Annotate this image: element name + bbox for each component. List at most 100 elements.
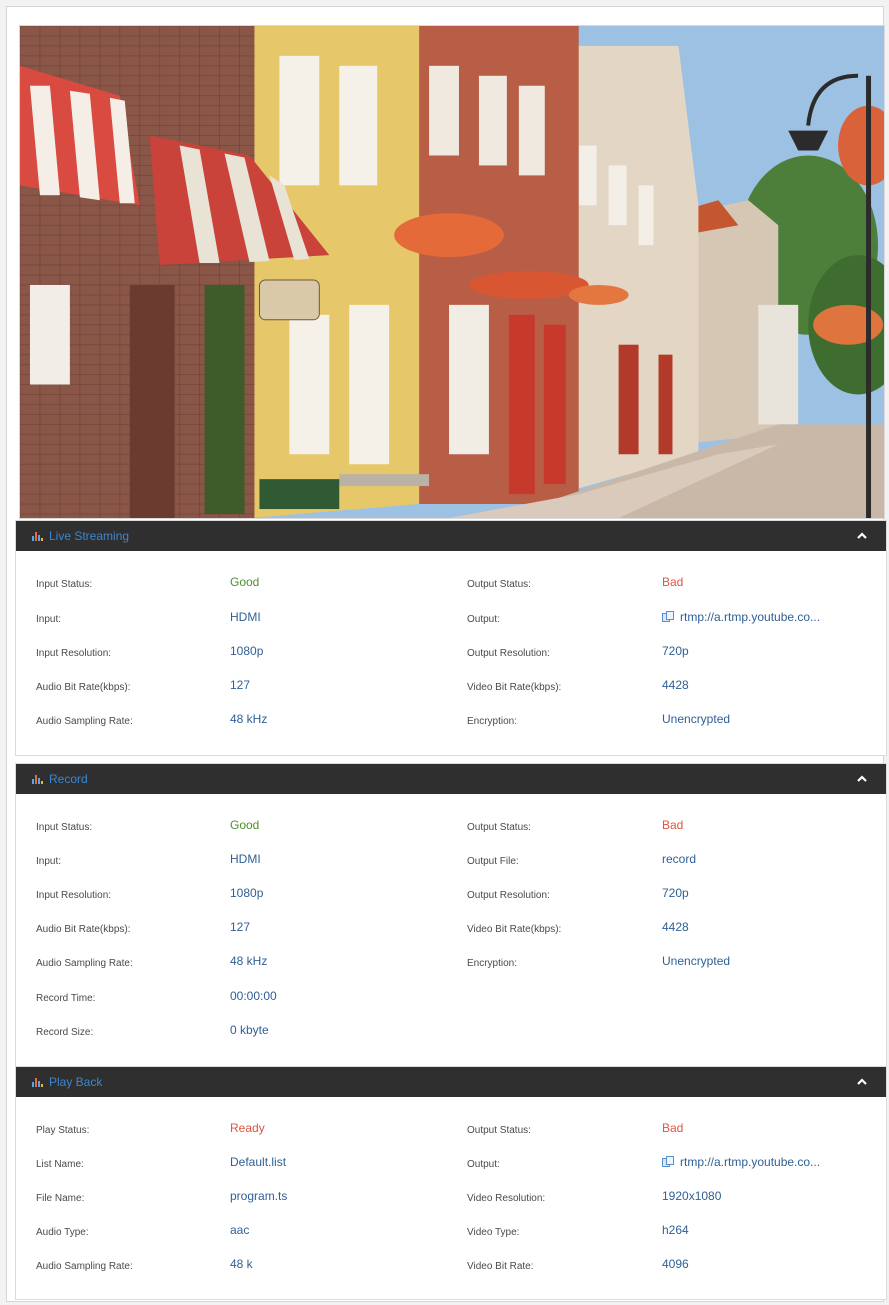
info-row: List Name: Default.list Output: rtmp://a…	[16, 1155, 886, 1175]
panel-title: Play Back	[49, 1075, 103, 1089]
chevron-up-icon[interactable]	[856, 773, 868, 785]
field-label: Audio Sampling Rate:	[36, 716, 133, 727]
field-label: List Name:	[36, 1159, 84, 1170]
field-label: Output Status:	[467, 579, 531, 590]
field-value: 720p	[662, 886, 689, 900]
field-value: 1080p	[230, 886, 264, 900]
info-row: Play Status: Ready Output Status: Bad	[16, 1121, 886, 1141]
info-row: File Name: program.ts Video Resolution: …	[16, 1189, 886, 1209]
record-body: Input Status: Good Output Status: Bad In…	[16, 794, 886, 1066]
record-time-value: 00:00:00	[230, 989, 277, 1003]
field-label: Encryption:	[467, 958, 518, 969]
info-row: Audio Bit Rate(kbps): 127 Video Bit Rate…	[16, 678, 886, 698]
field-value: 127	[230, 920, 251, 934]
field-value: 4096	[662, 1257, 689, 1271]
field-label: Video Bit Rate(kbps):	[467, 924, 562, 935]
status-value: Bad	[662, 818, 684, 832]
field-label: Video Type:	[467, 1227, 520, 1238]
field-value: aac	[230, 1223, 250, 1237]
field-label: Record Size:	[36, 1027, 94, 1038]
field-label: Input:	[36, 614, 62, 625]
field-label: Output Status:	[467, 822, 531, 833]
info-row: Input Resolution: 1080p Output Resolutio…	[16, 644, 886, 664]
bar-chart-icon	[32, 774, 43, 784]
field-label: Audio Type:	[36, 1227, 89, 1238]
field-value: Unencrypted	[662, 712, 731, 726]
field-label: Input Status:	[36, 822, 93, 833]
field-label: Audio Bit Rate(kbps):	[36, 924, 131, 935]
chevron-up-icon[interactable]	[856, 1076, 868, 1088]
field-value: Unencrypted	[662, 954, 731, 968]
chevron-up-icon[interactable]	[856, 530, 868, 542]
field-value: Default.list	[230, 1155, 287, 1169]
field-label: Input Resolution:	[36, 648, 112, 659]
field-value: 1080p	[230, 644, 264, 658]
field-label: Video Bit Rate(kbps):	[467, 682, 562, 693]
copy-link-icon[interactable]	[662, 611, 675, 622]
output-url-text: rtmp://a.rtmp.youtube.co...	[680, 1155, 821, 1169]
field-label: Input Resolution:	[36, 890, 112, 901]
panel-title: Live Streaming	[49, 529, 130, 543]
field-label: Input:	[36, 856, 62, 867]
playback-panel: Play Back Play Status: Ready Output Stat…	[15, 1066, 887, 1300]
output-url[interactable]: rtmp://a.rtmp.youtube.co...	[662, 1155, 820, 1169]
info-row: Audio Sampling Rate: 48 kHz Encryption: …	[16, 712, 886, 732]
status-value: Bad	[662, 1121, 684, 1135]
playback-header[interactable]: Play Back	[16, 1067, 886, 1097]
field-label: Audio Sampling Rate:	[36, 1261, 133, 1272]
field-value: 720p	[662, 644, 689, 658]
play-status-value: Ready	[230, 1121, 265, 1135]
record-header[interactable]: Record	[16, 764, 886, 794]
field-value: 4428	[662, 920, 689, 934]
field-value: 1920x1080	[662, 1189, 722, 1203]
field-value: record	[662, 852, 697, 866]
playback-body: Play Status: Ready Output Status: Bad Li…	[16, 1097, 886, 1299]
info-row: Input Status: Good Output Status: Bad	[16, 575, 886, 595]
bar-chart-icon	[32, 531, 43, 541]
info-row: Record Size: 0 kbyte	[16, 1023, 886, 1043]
field-label: Encryption:	[467, 716, 518, 727]
live-streaming-body: Input Status: Good Output Status: Bad In…	[16, 551, 886, 755]
status-value: Bad	[662, 575, 684, 589]
field-label: Output Resolution:	[467, 648, 550, 659]
field-label: Record Time:	[36, 993, 96, 1004]
field-value: h264	[662, 1223, 689, 1237]
output-url[interactable]: rtmp://a.rtmp.youtube.co...	[662, 610, 820, 624]
info-row: Input: HDMI Output File: record	[16, 852, 886, 872]
panel-title: Record	[49, 772, 88, 786]
live-streaming-header[interactable]: Live Streaming	[16, 521, 886, 551]
copy-link-icon[interactable]	[662, 1156, 675, 1167]
live-streaming-panel: Live Streaming Input Status: Good Output…	[15, 520, 887, 756]
info-row: Audio Type: aac Video Type: h264	[16, 1223, 886, 1243]
status-value: Good	[230, 575, 260, 589]
field-label: Input Status:	[36, 579, 93, 590]
info-row: Audio Sampling Rate: 48 kHz Encryption: …	[16, 954, 886, 974]
field-value: 48 k	[230, 1257, 253, 1271]
field-label: Play Status:	[36, 1125, 90, 1136]
bar-chart-icon	[32, 1077, 43, 1087]
field-label: Output Resolution:	[467, 890, 550, 901]
video-preview	[19, 25, 885, 519]
field-label: Output Status:	[467, 1125, 531, 1136]
field-label: Output:	[467, 614, 500, 625]
info-row: Audio Sampling Rate: 48 k Video Bit Rate…	[16, 1257, 886, 1277]
output-url-text: rtmp://a.rtmp.youtube.co...	[680, 610, 821, 624]
field-label: Video Bit Rate:	[467, 1261, 534, 1272]
main-frame: Live Streaming Input Status: Good Output…	[6, 6, 887, 1302]
field-value: HDMI	[230, 610, 261, 624]
field-label: Video Resolution:	[467, 1193, 546, 1204]
record-size-value: 0 kbyte	[230, 1023, 269, 1037]
info-row: Input Status: Good Output Status: Bad	[16, 818, 886, 838]
field-label: Audio Bit Rate(kbps):	[36, 682, 131, 693]
field-value: program.ts	[230, 1189, 288, 1203]
info-row: Input Resolution: 1080p Output Resolutio…	[16, 886, 886, 906]
field-label: File Name:	[36, 1193, 85, 1204]
field-label: Audio Sampling Rate:	[36, 958, 133, 969]
info-row: Audio Bit Rate(kbps): 127 Video Bit Rate…	[16, 920, 886, 940]
field-value: HDMI	[230, 852, 261, 866]
field-label: Output File:	[467, 856, 519, 867]
field-value: 48 kHz	[230, 954, 268, 968]
field-value: 48 kHz	[230, 712, 268, 726]
field-label: Output:	[467, 1159, 500, 1170]
field-value: 127	[230, 678, 251, 692]
